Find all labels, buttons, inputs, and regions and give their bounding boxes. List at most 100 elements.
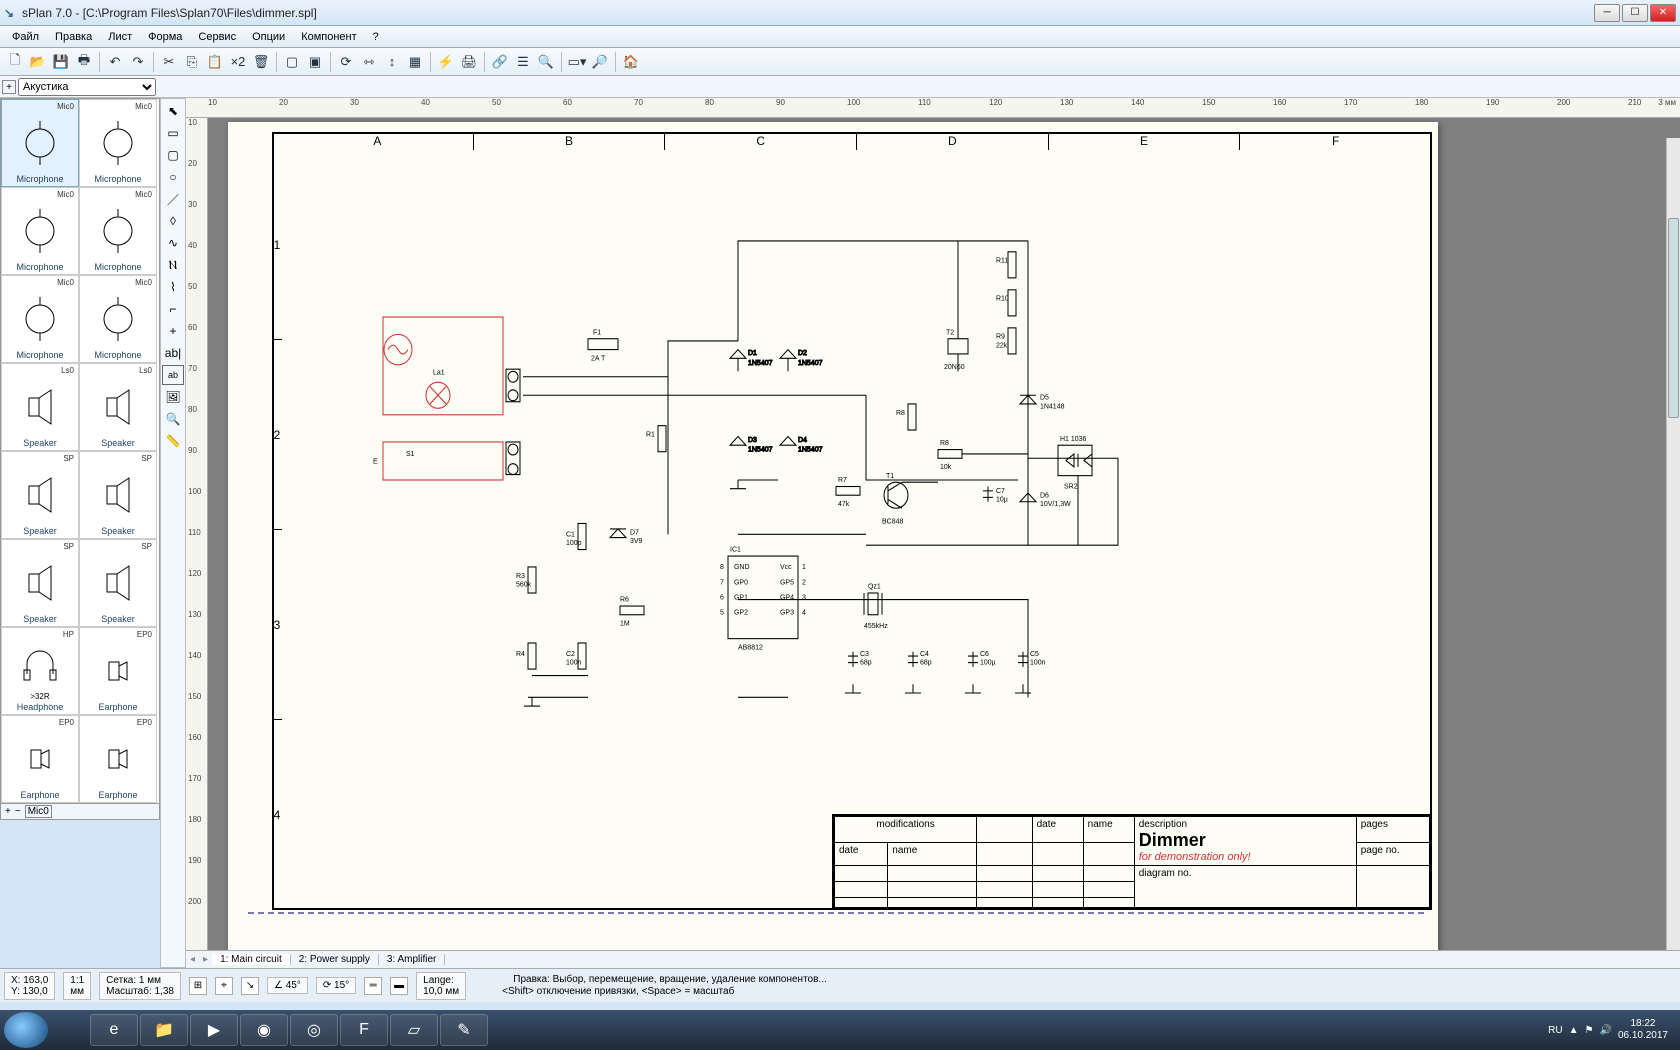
page-icon[interactable]: ▭▾ [566, 51, 588, 73]
text-tool-icon[interactable]: ab| [162, 343, 184, 363]
undo-icon[interactable]: ↶ [104, 51, 126, 73]
library-item[interactable]: Mic0Microphone [1, 99, 79, 187]
new-icon[interactable]: 🗋 [4, 51, 26, 73]
rotate-icon[interactable]: ⟳ [335, 51, 357, 73]
library-item[interactable]: Ls0Speaker [1, 363, 79, 451]
select-tool-icon[interactable]: ⬉ [162, 101, 184, 121]
image-tool-icon[interactable]: 🖼 [162, 387, 184, 407]
library-item[interactable]: Mic0Microphone [1, 187, 79, 275]
component-library[interactable]: Mic0MicrophoneMic0MicrophoneMic0Micropho… [0, 98, 160, 804]
cut-icon[interactable]: ✂ [158, 51, 180, 73]
page-tab-3[interactable]: 3: Amplifier [379, 954, 445, 965]
clock[interactable]: 18:2206.10.2017 [1618, 1018, 1668, 1042]
dup-icon[interactable]: ×2 [227, 51, 249, 73]
library-item[interactable]: Mic0Microphone [1, 275, 79, 363]
library-item[interactable]: HP>32RHeadphone [1, 627, 79, 715]
taskbar-splan-icon[interactable]: ✎ [440, 1014, 488, 1046]
menu-sheet[interactable]: Лист [100, 29, 140, 45]
taskbar-app1-icon[interactable]: ◎ [290, 1014, 338, 1046]
menu-options[interactable]: Опции [244, 29, 293, 45]
zoom-tool-icon[interactable]: 🔍 [162, 409, 184, 429]
line-tool-icon[interactable]: ／ [162, 189, 184, 209]
close-button[interactable]: ✕ [1650, 4, 1676, 22]
wire-tool-icon[interactable]: ⌐ [162, 299, 184, 319]
taskbar-explorer-icon[interactable]: 📁 [140, 1014, 188, 1046]
library-item[interactable]: Mic0Microphone [79, 275, 157, 363]
library-item[interactable]: Ls0Speaker [79, 363, 157, 451]
menu-edit[interactable]: Правка [47, 29, 100, 45]
group-icon[interactable]: ▦ [404, 51, 426, 73]
taskbar-app2-icon[interactable]: F [340, 1014, 388, 1046]
paste-icon[interactable]: 📋 [204, 51, 226, 73]
rect-tool-icon[interactable]: ▢ [162, 145, 184, 165]
library-item[interactable]: SPSpeaker [79, 451, 157, 539]
search-icon[interactable]: 🔍 [535, 51, 557, 73]
home-icon[interactable]: 🏠 [620, 51, 642, 73]
snap-toggle-icon[interactable]: ⌖ [215, 977, 233, 995]
list-icon[interactable]: ☰ [512, 51, 534, 73]
start-button[interactable] [4, 1012, 48, 1048]
front-icon[interactable]: ▢ [281, 51, 303, 73]
poly-tool-icon[interactable]: ◊ [162, 211, 184, 231]
copy-icon[interactable]: ⎘ [181, 51, 203, 73]
flip-v-icon[interactable]: ↕ [381, 51, 403, 73]
textbox-tool-icon[interactable]: ab [162, 365, 184, 385]
menu-component[interactable]: Компонент [293, 29, 364, 45]
measure-tool-icon[interactable]: 📏 [162, 431, 184, 451]
bolt-icon[interactable]: ⚡ [435, 51, 457, 73]
maximize-button[interactable]: ☐ [1622, 4, 1648, 22]
flip-h-icon[interactable]: ⇿ [358, 51, 380, 73]
taskbar-app3-icon[interactable]: ▱ [390, 1014, 438, 1046]
print-icon[interactable]: 🖶 [73, 51, 95, 73]
open-icon[interactable]: 📂 [27, 51, 49, 73]
menu-service[interactable]: Сервис [190, 29, 244, 45]
circle-tool-icon[interactable]: ○ [162, 167, 184, 187]
tab-prev-icon[interactable]: ◂ [186, 954, 199, 965]
language-indicator[interactable]: RU [1548, 1025, 1562, 1036]
tray-vol-icon[interactable]: 🔊 [1599, 1025, 1611, 1036]
tray-flag-icon[interactable]: ▲ [1569, 1025, 1579, 1036]
category-select[interactable]: Акустика [18, 78, 156, 96]
polyline-tool-icon[interactable]: ⌇ [162, 277, 184, 297]
taskbar-chrome-icon[interactable]: ◉ [240, 1014, 288, 1046]
taskbar-ie-icon[interactable]: e [90, 1014, 138, 1046]
system-tray[interactable]: RU ▲ ⚑ 🔊 18:2206.10.2017 [1548, 1018, 1676, 1042]
scrollbar-thumb[interactable] [1668, 218, 1679, 418]
delete-icon[interactable]: 🗑 [250, 51, 272, 73]
canvas[interactable]: ABCDEF 1234 La1 [208, 118, 1680, 950]
taskbar-media-icon[interactable]: ▶ [190, 1014, 238, 1046]
grid-toggle-icon[interactable]: ⊞ [189, 977, 207, 995]
printprev-icon[interactable]: 🖨 [458, 51, 480, 73]
node-tool-icon[interactable]: + [162, 321, 184, 341]
remove-icon[interactable]: − [15, 806, 21, 817]
library-item[interactable]: EP0Earphone [1, 715, 79, 803]
add-icon[interactable]: + [5, 806, 11, 817]
zoom-icon[interactable]: 🔎 [589, 51, 611, 73]
back-icon[interactable]: ▣ [304, 51, 326, 73]
page-tab-1[interactable]: 1: Main circuit [212, 954, 291, 965]
vertical-scrollbar[interactable] [1666, 138, 1680, 950]
bezier-tool-icon[interactable]: Ⲛ [162, 255, 184, 275]
library-item[interactable]: EP0Earphone [79, 627, 157, 715]
tab-next-icon[interactable]: ▸ [199, 954, 212, 965]
page-tab-2[interactable]: 2: Power supply [291, 954, 379, 965]
page-tool-icon[interactable]: ▭ [162, 123, 184, 143]
library-item[interactable]: SPSpeaker [79, 539, 157, 627]
conn-toggle-icon[interactable]: ↘ [241, 977, 259, 995]
library-item[interactable]: EP0Earphone [79, 715, 157, 803]
menu-file[interactable]: Файл [4, 29, 47, 45]
tray-net-icon[interactable]: ⚑ [1585, 1025, 1594, 1036]
library-item[interactable]: Mic0Microphone [79, 99, 157, 187]
link-icon[interactable]: 🔗 [489, 51, 511, 73]
library-item[interactable]: SPSpeaker [1, 451, 79, 539]
curve-tool-icon[interactable]: ∿ [162, 233, 184, 253]
lib-mode[interactable]: Mic0 [25, 805, 52, 818]
library-item[interactable]: SPSpeaker [1, 539, 79, 627]
save-icon[interactable]: 💾 [50, 51, 72, 73]
menu-help[interactable]: ? [365, 29, 387, 45]
add-category-button[interactable]: + [2, 80, 16, 94]
line-style-icon[interactable]: ═ [364, 977, 382, 995]
minimize-button[interactable]: ─ [1594, 4, 1620, 22]
fill-style-icon[interactable]: ▬ [390, 977, 408, 995]
redo-icon[interactable]: ↷ [127, 51, 149, 73]
